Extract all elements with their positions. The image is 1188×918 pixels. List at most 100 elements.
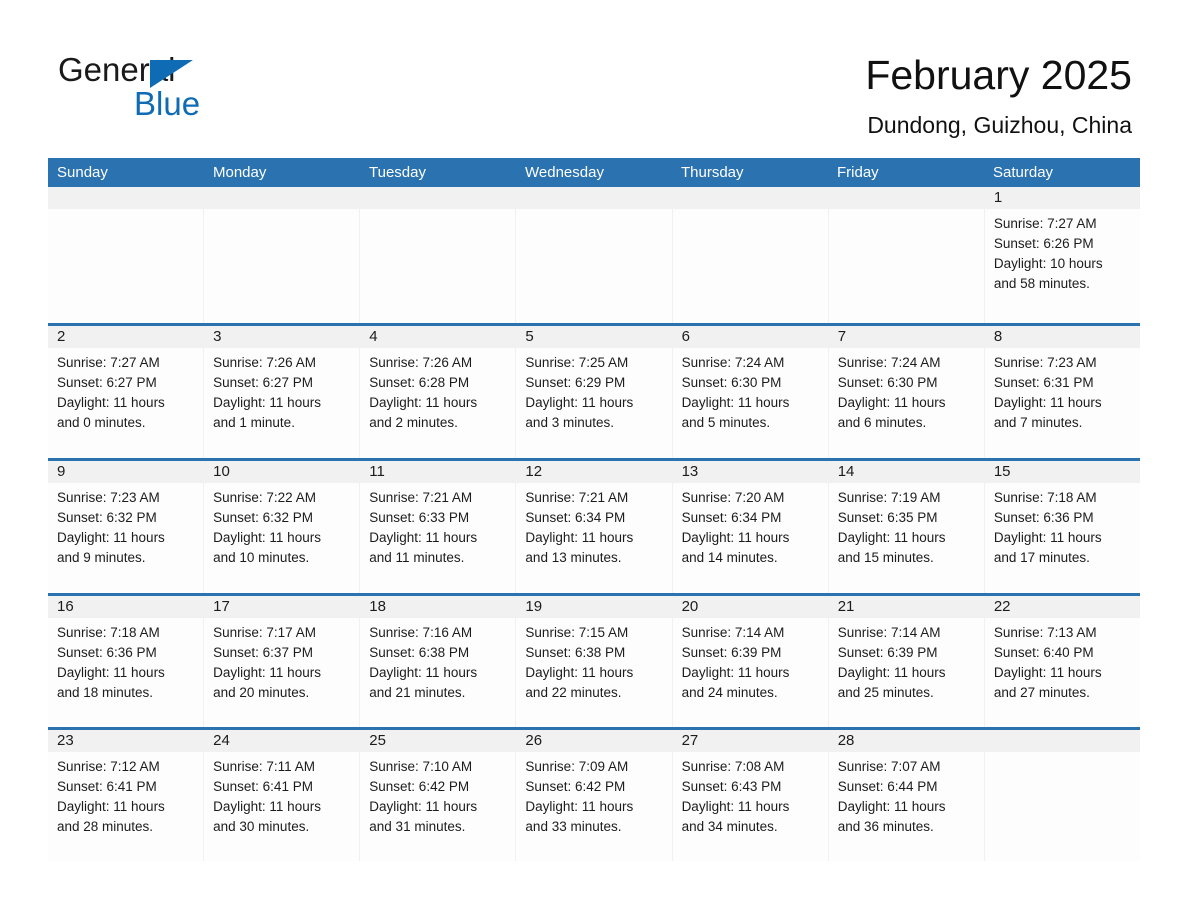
dow-wednesday: Wednesday xyxy=(525,164,604,181)
daylight-text-line1: Daylight: 11 hours xyxy=(681,530,790,545)
sunset-text: Sunset: 6:38 PM xyxy=(525,645,626,660)
day-cell[interactable]: 10 Sunrise: 7:22 AM Sunset: 6:32 PM Dayl… xyxy=(203,461,360,593)
daylight-text-line2: and 24 minutes. xyxy=(681,685,778,700)
day-cell[interactable]: 28 Sunrise: 7:07 AM Sunset: 6:44 PM Dayl… xyxy=(827,730,984,861)
day-cell[interactable]: 7 Sunrise: 7:24 AM Sunset: 6:30 PM Dayli… xyxy=(827,326,984,458)
daylight-text-line1: Daylight: 11 hours xyxy=(525,395,634,410)
day-cell[interactable] xyxy=(48,187,204,323)
daylight-text-line1: Daylight: 11 hours xyxy=(213,799,321,814)
day-number: 8 xyxy=(984,326,1140,348)
day-cell[interactable] xyxy=(203,187,360,323)
daylight-text-line2: and 6 minutes. xyxy=(837,415,927,430)
sunset-text: Sunset: 6:28 PM xyxy=(369,375,470,390)
day-cell[interactable]: 19 Sunrise: 7:15 AM Sunset: 6:38 PM Dayl… xyxy=(515,596,672,727)
day-cell[interactable]: 6 Sunrise: 7:24 AM Sunset: 6:30 PM Dayli… xyxy=(671,326,828,458)
day-cell[interactable]: 3 Sunrise: 7:26 AM Sunset: 6:27 PM Dayli… xyxy=(203,326,360,458)
daylight-text-line2: and 31 minutes. xyxy=(369,819,466,834)
day-number xyxy=(204,187,360,209)
sunset-text: Sunset: 6:35 PM xyxy=(837,510,938,525)
day-cell[interactable]: 11 Sunrise: 7:21 AM Sunset: 6:33 PM Dayl… xyxy=(359,461,516,593)
day-cell[interactable]: 20 Sunrise: 7:14 AM Sunset: 6:39 PM Dayl… xyxy=(671,596,828,727)
day-info: Sunrise: 7:26 AM Sunset: 6:27 PM Dayligh… xyxy=(204,348,359,433)
daylight-text-line1: Daylight: 11 hours xyxy=(837,530,946,545)
sunrise-text: Sunrise: 7:24 AM xyxy=(681,355,785,370)
daylight-text-line2: and 0 minutes. xyxy=(57,415,146,430)
sunrise-text: Sunrise: 7:14 AM xyxy=(681,625,785,640)
sunrise-text: Sunrise: 7:23 AM xyxy=(57,490,160,505)
dow-saturday: Saturday xyxy=(993,164,1054,181)
day-cell[interactable]: 14 Sunrise: 7:19 AM Sunset: 6:35 PM Dayl… xyxy=(827,461,984,593)
day-cell[interactable]: 23 Sunrise: 7:12 AM Sunset: 6:41 PM Dayl… xyxy=(48,730,204,861)
day-cell[interactable]: 1 Sunrise: 7:27 AM Sunset: 6:26 PM Dayli… xyxy=(983,187,1140,323)
day-info: Sunrise: 7:18 AM Sunset: 6:36 PM Dayligh… xyxy=(48,618,203,703)
day-info: Sunrise: 7:14 AM Sunset: 6:39 PM Dayligh… xyxy=(673,618,828,703)
sunset-text: Sunset: 6:36 PM xyxy=(993,510,1094,525)
day-info: Sunrise: 7:24 AM Sunset: 6:30 PM Dayligh… xyxy=(673,348,828,433)
day-info: Sunrise: 7:27 AM Sunset: 6:27 PM Dayligh… xyxy=(48,348,203,433)
logo-text-blue: Blue xyxy=(134,85,201,122)
day-number: 16 xyxy=(48,596,204,618)
day-number: 9 xyxy=(48,461,204,483)
generalblue-logo[interactable]: General Blue xyxy=(58,52,348,126)
day-info xyxy=(673,209,828,214)
daylight-text-line2: and 14 minutes. xyxy=(681,550,778,565)
sunset-text: Sunset: 6:34 PM xyxy=(681,510,782,525)
day-cell[interactable]: 21 Sunrise: 7:14 AM Sunset: 6:39 PM Dayl… xyxy=(827,596,984,727)
daylight-text-line2: and 9 minutes. xyxy=(57,550,146,565)
daylight-text-line1: Daylight: 11 hours xyxy=(993,395,1102,410)
day-cell[interactable] xyxy=(983,730,1140,861)
daylight-text-line1: Daylight: 11 hours xyxy=(57,530,165,545)
sunset-text: Sunset: 6:36 PM xyxy=(57,645,157,660)
day-cell[interactable]: 4 Sunrise: 7:26 AM Sunset: 6:28 PM Dayli… xyxy=(359,326,516,458)
daylight-text-line1: Daylight: 11 hours xyxy=(837,395,946,410)
day-number xyxy=(828,187,984,209)
day-cell[interactable] xyxy=(359,187,516,323)
day-cell[interactable]: 9 Sunrise: 7:23 AM Sunset: 6:32 PM Dayli… xyxy=(48,461,204,593)
day-number: 21 xyxy=(828,596,984,618)
day-cell[interactable]: 8 Sunrise: 7:23 AM Sunset: 6:31 PM Dayli… xyxy=(983,326,1140,458)
day-cell[interactable]: 2 Sunrise: 7:27 AM Sunset: 6:27 PM Dayli… xyxy=(48,326,204,458)
day-cell[interactable]: 5 Sunrise: 7:25 AM Sunset: 6:29 PM Dayli… xyxy=(515,326,672,458)
day-cell[interactable]: 17 Sunrise: 7:17 AM Sunset: 6:37 PM Dayl… xyxy=(203,596,360,727)
daylight-text-line1: Daylight: 11 hours xyxy=(525,799,634,814)
daylight-text-line2: and 11 minutes. xyxy=(369,550,465,565)
sunset-text: Sunset: 6:27 PM xyxy=(57,375,157,390)
day-number: 20 xyxy=(672,596,828,618)
sunset-text: Sunset: 6:42 PM xyxy=(369,779,470,794)
day-cell[interactable]: 26 Sunrise: 7:09 AM Sunset: 6:42 PM Dayl… xyxy=(515,730,672,861)
day-cell[interactable]: 12 Sunrise: 7:21 AM Sunset: 6:34 PM Dayl… xyxy=(515,461,672,593)
calendar-week-row: 23 Sunrise: 7:12 AM Sunset: 6:41 PM Dayl… xyxy=(48,727,1140,861)
day-cell[interactable]: 18 Sunrise: 7:16 AM Sunset: 6:38 PM Dayl… xyxy=(359,596,516,727)
day-info: Sunrise: 7:18 AM Sunset: 6:36 PM Dayligh… xyxy=(985,483,1140,568)
day-info: Sunrise: 7:20 AM Sunset: 6:34 PM Dayligh… xyxy=(673,483,828,568)
day-cell[interactable] xyxy=(671,187,828,323)
daylight-text-line1: Daylight: 11 hours xyxy=(369,799,478,814)
sunrise-text: Sunrise: 7:24 AM xyxy=(837,355,941,370)
day-cell[interactable] xyxy=(515,187,672,323)
sunrise-text: Sunrise: 7:27 AM xyxy=(993,216,1097,231)
dow-monday: Monday xyxy=(213,164,267,181)
day-cell[interactable]: 24 Sunrise: 7:11 AM Sunset: 6:41 PM Dayl… xyxy=(203,730,360,861)
day-number: 19 xyxy=(516,596,672,618)
day-cell[interactable] xyxy=(827,187,984,323)
day-info: Sunrise: 7:24 AM Sunset: 6:30 PM Dayligh… xyxy=(829,348,984,433)
day-number: 15 xyxy=(984,461,1140,483)
day-cell[interactable]: 22 Sunrise: 7:13 AM Sunset: 6:40 PM Dayl… xyxy=(983,596,1140,727)
sunset-text: Sunset: 6:44 PM xyxy=(837,779,938,794)
day-of-week-header: Sunday Monday Tuesday Wednesday Thursday… xyxy=(48,158,1140,187)
sunrise-text: Sunrise: 7:21 AM xyxy=(525,490,629,505)
day-info: Sunrise: 7:23 AM Sunset: 6:31 PM Dayligh… xyxy=(985,348,1140,433)
daylight-text-line1: Daylight: 11 hours xyxy=(681,395,790,410)
day-cell[interactable]: 16 Sunrise: 7:18 AM Sunset: 6:36 PM Dayl… xyxy=(48,596,204,727)
day-cell[interactable]: 15 Sunrise: 7:18 AM Sunset: 6:36 PM Dayl… xyxy=(983,461,1140,593)
daylight-text-line1: Daylight: 11 hours xyxy=(993,530,1102,545)
day-cell[interactable]: 13 Sunrise: 7:20 AM Sunset: 6:34 PM Dayl… xyxy=(671,461,828,593)
day-info xyxy=(829,209,984,214)
day-number: 28 xyxy=(828,730,984,752)
day-cell[interactable]: 25 Sunrise: 7:10 AM Sunset: 6:42 PM Dayl… xyxy=(359,730,516,861)
sunset-text: Sunset: 6:41 PM xyxy=(57,779,157,794)
daylight-text-line1: Daylight: 11 hours xyxy=(681,665,790,680)
daylight-text-line2: and 58 minutes. xyxy=(993,276,1090,291)
day-cell[interactable]: 27 Sunrise: 7:08 AM Sunset: 6:43 PM Dayl… xyxy=(671,730,828,861)
sunrise-text: Sunrise: 7:09 AM xyxy=(525,759,629,774)
